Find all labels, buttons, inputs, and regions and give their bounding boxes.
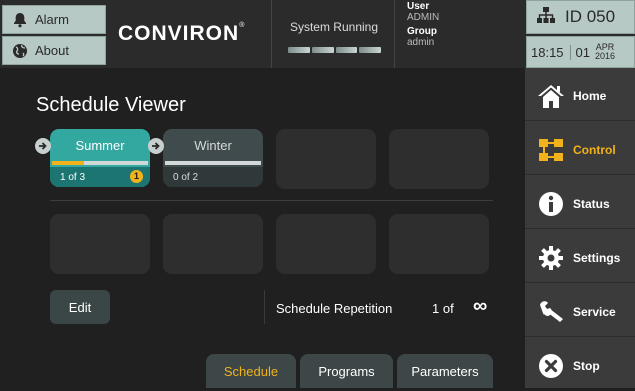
empty-season-slot[interactable]: [276, 214, 376, 274]
empty-season-slot[interactable]: [389, 214, 489, 274]
nav-label: Control: [573, 142, 616, 157]
nav-service[interactable]: Service: [525, 287, 635, 337]
system-status-panel: System Running: [271, 0, 395, 68]
nav-label: Home: [573, 88, 607, 103]
network-icon: [537, 6, 555, 28]
date-month-year: APR 2016: [595, 42, 616, 61]
top-header: Alarm About CONVIRON® System Running Use…: [0, 0, 635, 68]
bell-icon: [11, 11, 29, 29]
schedule-repetition-label: Schedule Repetition: [276, 301, 393, 316]
alarm-label: Alarm: [35, 12, 69, 27]
group-label: Group: [407, 26, 437, 37]
about-label: About: [35, 43, 69, 58]
chamber-id: ID 050: [565, 7, 616, 26]
edit-button[interactable]: Edit: [50, 290, 110, 324]
season-card-summer[interactable]: Summer 1 of 3 1: [50, 129, 150, 187]
season-progress-bar: [52, 161, 148, 165]
alarm-button[interactable]: Alarm: [2, 5, 106, 34]
page-title: Schedule Viewer: [36, 94, 186, 116]
schedule-viewer-panel: Schedule Viewer Summer 1 of 3 1 Winter 0…: [0, 68, 525, 388]
date-day: 01: [575, 44, 591, 60]
system-status-text: System Running: [289, 20, 379, 34]
globe-icon: [11, 42, 29, 60]
empty-season-slot[interactable]: [389, 129, 489, 189]
tab-programs[interactable]: Programs: [300, 354, 393, 388]
row-divider: [50, 200, 493, 201]
arrow-right-icon: [148, 138, 164, 154]
season-progress-text: 0 of 2: [163, 167, 263, 187]
control-icon: [535, 135, 567, 165]
conviron-logo: CONVIRON®: [118, 22, 246, 45]
current-step-badge: 1: [130, 170, 143, 183]
nav-label: Service: [573, 304, 616, 319]
user-label: User: [407, 1, 430, 12]
nav-settings[interactable]: Settings: [525, 233, 635, 283]
nav-label: Stop: [573, 359, 600, 373]
nav-status[interactable]: Status: [525, 179, 635, 229]
nav-home[interactable]: Home: [525, 71, 635, 121]
tab-schedule[interactable]: Schedule: [206, 354, 296, 388]
user-info: User ADMIN Group admin: [407, 1, 517, 52]
stop-icon: [535, 351, 567, 381]
tab-parameters[interactable]: Parameters: [397, 354, 493, 388]
system-status-bars: [288, 47, 381, 53]
nav-stop[interactable]: Stop: [525, 341, 635, 391]
schedule-repetition-value[interactable]: 1 of: [432, 301, 454, 316]
nav-label: Settings: [573, 250, 621, 265]
nav-control[interactable]: Control: [525, 125, 635, 175]
season-name: Summer: [75, 138, 125, 153]
clock-time: 18:15: [527, 44, 571, 60]
info-icon: [535, 189, 567, 219]
season-progress-bar: [165, 161, 261, 165]
season-name: Winter: [194, 138, 232, 153]
network-id-button[interactable]: ID 050: [526, 0, 635, 34]
datetime-display[interactable]: 18:15 01 APR 2016: [526, 36, 635, 68]
nav-label: Status: [573, 196, 610, 211]
separator: [264, 290, 265, 324]
infinity-symbol[interactable]: ∞: [473, 295, 487, 318]
season-card-winter[interactable]: Winter 0 of 2: [163, 129, 263, 187]
empty-season-slot[interactable]: [50, 214, 150, 274]
user-value: ADMIN: [407, 11, 440, 23]
home-icon: [535, 81, 567, 111]
arrow-right-icon: [35, 138, 51, 154]
main-navigation: Home Control Status Settings Service Sto…: [525, 68, 635, 388]
empty-season-slot[interactable]: [276, 129, 376, 189]
wrench-icon: [535, 297, 567, 327]
gear-icon: [535, 243, 567, 273]
about-button[interactable]: About: [2, 36, 106, 65]
group-value: admin: [407, 36, 435, 48]
empty-season-slot[interactable]: [163, 214, 263, 274]
